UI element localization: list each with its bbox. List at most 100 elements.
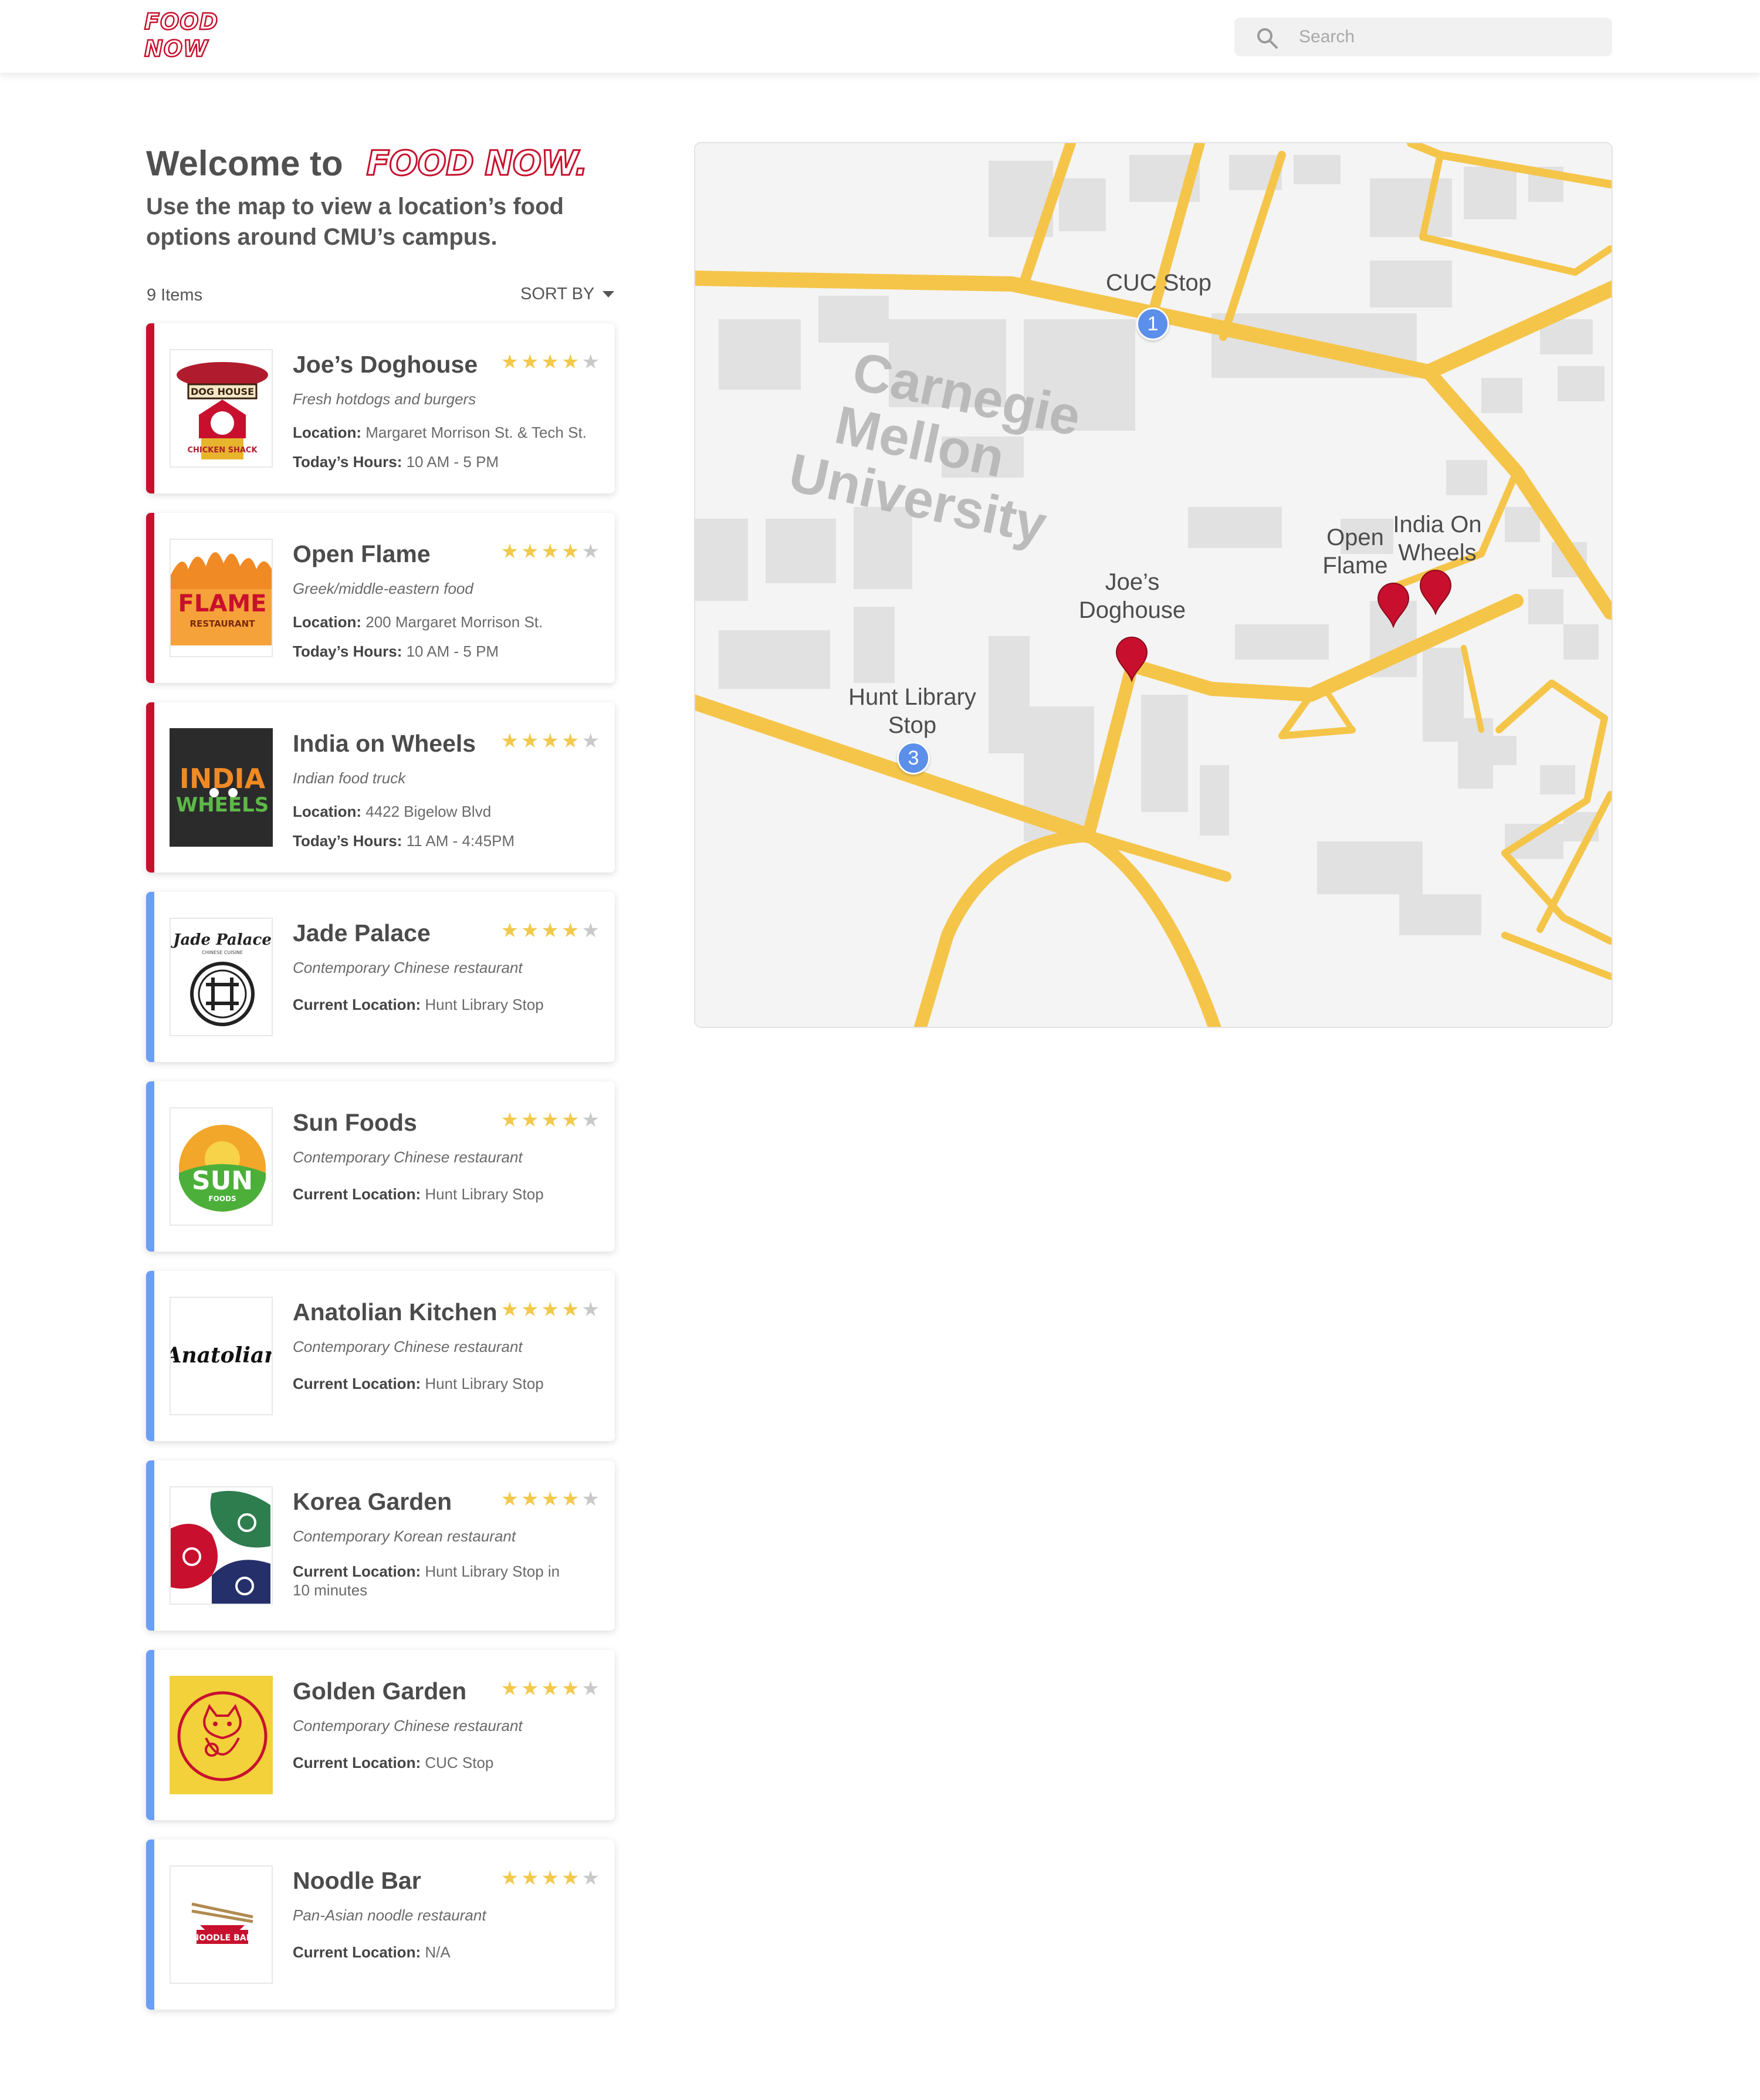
restaurant-description: Contemporary Korean restaurant <box>293 1527 516 1545</box>
restaurant-card-sun-foods[interactable]: SUN FOODS Sun Foods ★★★★★ Contemporary C… <box>146 1081 615 1252</box>
logo-text: Jade Palace <box>171 931 272 949</box>
card-accent-bar <box>146 1081 154 1252</box>
location-line: Location: 4422 Bigelow Blvd <box>293 803 492 820</box>
star-rating: ★★★★★ <box>500 1677 602 1700</box>
logo-subtext: FOODS <box>208 1195 236 1203</box>
card-accent-bar <box>146 1460 154 1631</box>
location-line: Current Location: Hunt Library Stop <box>293 1375 544 1392</box>
sort-by-label: SORT BY <box>520 285 595 303</box>
items-count: 9 Items <box>147 286 203 305</box>
stop-marker-3[interactable]: 3 <box>897 742 930 775</box>
restaurant-card-korea-garden[interactable]: Korea Garden ★★★★★ Contemporary Korean r… <box>146 1460 615 1631</box>
restaurant-card-jade-palace[interactable]: Jade Palace CHINESE CUISINE Jade Palace … <box>146 892 615 1062</box>
welcome-brand-logo: FOOD NOW. <box>365 143 588 184</box>
sort-by-button[interactable]: SORT BY <box>520 285 615 304</box>
logo-subtext: CHICKEN SHACK <box>187 446 258 455</box>
location-line: Location: Margaret Morrison St. & Tech S… <box>293 424 587 441</box>
logo-text: Anatolian <box>171 1343 273 1368</box>
logo-line-1: FOOD <box>144 8 219 36</box>
search-icon <box>1257 28 1278 49</box>
hours-line: Today’s Hours: 11 AM - 4:45PM <box>293 832 515 850</box>
restaurant-card-golden-garden[interactable]: Golden Garden ★★★★★ Contemporary Chinese… <box>146 1650 615 1820</box>
logo-line-2: NOW <box>144 35 209 63</box>
open-flame-logo: FLAME RESTAURANT <box>170 539 273 657</box>
restaurant-description: Contemporary Chinese restaurant <box>293 1338 523 1355</box>
location-line: Current Location: N/A <box>293 1943 451 1961</box>
india-on-wheels-map-label: India On Wheels <box>1393 512 1482 566</box>
restaurant-name: Sun Foods <box>293 1109 417 1136</box>
korea-garden-logo <box>170 1486 273 1605</box>
restaurant-card-open-flame[interactable]: FLAME RESTAURANT Open Flame ★★★★★ Greek/… <box>146 513 615 683</box>
restaurant-card-anatolian-kitchen[interactable]: Anatolian Anatolian Kitchen ★★★★★ Contem… <box>146 1271 615 1441</box>
restaurant-name: Joe’s Doghouse <box>293 351 478 378</box>
search-box[interactable] <box>1234 18 1612 56</box>
top-bar: FOOD NOW <box>0 0 1760 73</box>
card-accent-bar <box>146 513 154 683</box>
logo-text: NOODLE BAR <box>192 1933 253 1943</box>
star-rating: ★★★★★ <box>500 1487 602 1511</box>
golden-garden-logo <box>170 1676 273 1794</box>
card-accent-bar <box>146 1839 154 2010</box>
food-now-logo[interactable]: FOOD NOW <box>144 8 219 63</box>
logo-subtext: RESTAURANT <box>190 618 256 629</box>
restaurant-name: Anatolian Kitchen <box>293 1298 497 1325</box>
card-accent-bar <box>146 1271 154 1441</box>
star-rating: ★★★★★ <box>500 919 602 942</box>
restaurant-name: Golden Garden <box>293 1678 467 1705</box>
star-rating: ★★★★★ <box>500 540 602 563</box>
location-line: Current Location: Hunt Library Stop <box>293 996 544 1013</box>
logo-text: INDIA <box>180 763 266 794</box>
star-rating: ★★★★★ <box>500 1298 602 1321</box>
welcome-heading: Welcome to FOOD NOW. <box>146 140 589 187</box>
logo-text: DOG HOUSE <box>191 386 254 397</box>
restaurant-card-noodle-bar[interactable]: NOODLE BAR Noodle Bar ★★★★★ Pan-Asian no… <box>146 1839 615 2010</box>
joes-doghouse-logo: DOG HOUSE CHICKEN SHACK <box>170 349 273 468</box>
card-accent-bar <box>146 1650 154 1820</box>
location-line: Current Location: CUC Stop <box>293 1754 494 1771</box>
logo-subtext: WHEELS <box>176 793 269 817</box>
hunt-library-stop-label: Hunt Library Stop <box>848 684 976 738</box>
star-rating: ★★★★★ <box>500 1866 602 1890</box>
restaurant-name: Jade Palace <box>293 919 431 946</box>
restaurant-description: Contemporary Chinese restaurant <box>293 1148 523 1166</box>
india-on-wheels-logo: INDIA WHEELS <box>170 728 273 847</box>
caret-down-icon <box>603 291 615 297</box>
page-subtitle: Use the map to view a location’s food op… <box>146 194 564 250</box>
anatolian-kitchen-logo: Anatolian <box>170 1297 273 1415</box>
card-accent-bar <box>146 892 154 1062</box>
location-line: Location: 200 Margaret Morrison St. <box>293 613 543 631</box>
logo-subtext: CHINESE CUISINE <box>202 950 243 955</box>
restaurant-card-india-on-wheels[interactable]: INDIA WHEELS India on Wheels ★★★★★ India… <box>146 702 615 873</box>
restaurant-card-joes-doghouse[interactable]: DOG HOUSE CHICKEN SHACK Joe’s Doghouse ★… <box>146 323 615 493</box>
search-input[interactable] <box>1299 18 1598 56</box>
noodle-bar-logo: NOODLE BAR <box>170 1865 273 1984</box>
star-rating: ★★★★★ <box>500 729 602 753</box>
restaurant-description: Contemporary Chinese restaurant <box>293 959 523 976</box>
card-accent-bar <box>146 323 154 493</box>
joes-doghouse-pin-icon[interactable] <box>1115 636 1148 682</box>
restaurant-description: Indian food truck <box>293 769 406 787</box>
restaurant-name: Open Flame <box>293 540 431 567</box>
hours-line: Today’s Hours: 10 AM - 5 PM <box>293 642 499 660</box>
open-flame-pin-icon[interactable] <box>1377 582 1410 628</box>
open-flame-map-label: Open Flame <box>1322 525 1388 579</box>
joes-doghouse-map-label: Joe’s Doghouse <box>1078 569 1186 623</box>
restaurant-description: Pan-Asian noodle restaurant <box>293 1906 486 1924</box>
star-rating: ★★★★★ <box>500 1108 602 1132</box>
logo-text: SUN <box>192 1166 253 1196</box>
restaurant-name: Noodle Bar <box>293 1867 421 1894</box>
india-on-wheels-pin-icon[interactable] <box>1419 569 1452 615</box>
cuc-stop-label: CUC Stop <box>1105 270 1212 296</box>
restaurant-name: India on Wheels <box>293 730 476 757</box>
logo-text: FLAME <box>178 590 267 617</box>
jade-palace-logo: Jade Palace CHINESE CUISINE <box>170 918 273 1036</box>
location-line: Current Location: Hunt Library Stop in 1… <box>293 1563 560 1599</box>
hours-line: Today’s Hours: 10 AM - 5 PM <box>293 453 499 471</box>
location-line: Current Location: Hunt Library Stop <box>293 1185 544 1203</box>
stop-marker-1[interactable]: 1 <box>1136 307 1169 340</box>
card-accent-bar <box>146 702 154 873</box>
restaurant-description: Fresh hotdogs and burgers <box>293 390 476 408</box>
restaurant-description: Contemporary Chinese restaurant <box>293 1717 523 1734</box>
campus-map[interactable]: Carnegie Mellon University CUC Stop 1 Hu… <box>694 142 1613 1028</box>
star-rating: ★★★★★ <box>500 350 602 374</box>
